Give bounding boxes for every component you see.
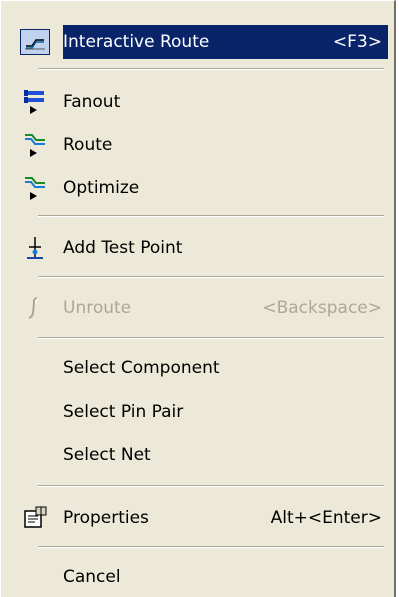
- interactive-route-icon: [20, 29, 50, 55]
- unroute-icon: [28, 297, 39, 319]
- menu-item-properties[interactable]: Properties Alt+<Enter>: [7, 501, 388, 535]
- menu-item-label: Interactive Route: [63, 32, 210, 52]
- menu-item-optimize[interactable]: Optimize: [7, 171, 388, 205]
- menu-item-select-pin-pair[interactable]: Select Pin Pair: [7, 395, 388, 429]
- menu-item-unroute[interactable]: Unroute <Backspace>: [7, 291, 388, 325]
- menu-item-label: Add Test Point: [63, 238, 183, 258]
- menu-separator: [38, 215, 384, 217]
- menu-item-select-net[interactable]: Select Net: [7, 438, 388, 472]
- menu-item-cancel[interactable]: Cancel: [7, 560, 388, 594]
- menu-item-label: Unroute: [63, 298, 132, 318]
- menu-separator: [38, 337, 384, 339]
- context-menu: Interactive Route <F3> Fanout Route Opti…: [0, 0, 396, 597]
- optimize-icon: [25, 177, 45, 200]
- properties-icon: [24, 506, 47, 528]
- fanout-icon: [24, 90, 44, 114]
- menu-item-label: Route: [63, 135, 113, 155]
- route-icon: [25, 134, 45, 157]
- menu-item-label: Fanout: [63, 92, 121, 112]
- menu-item-route[interactable]: Route: [7, 128, 388, 162]
- menu-item-label: Select Net: [63, 445, 151, 465]
- menu-item-shortcut: <F3>: [332, 32, 382, 52]
- menu-separator: [38, 546, 384, 548]
- test-point-icon: [27, 237, 43, 259]
- menu-item-fanout[interactable]: Fanout: [7, 85, 388, 119]
- menu-item-label: Cancel: [63, 567, 121, 587]
- menu-separator: [38, 68, 384, 70]
- menu-item-interactive-route[interactable]: Interactive Route <F3>: [7, 25, 388, 59]
- menu-item-label: Properties: [63, 508, 149, 528]
- menu-item-label: Optimize: [63, 178, 140, 198]
- menu-item-shortcut: <Backspace>: [262, 298, 382, 318]
- menu-item-add-test-point[interactable]: Add Test Point: [7, 231, 388, 265]
- menu-separator: [38, 276, 384, 278]
- menu-item-label: Select Pin Pair: [63, 402, 184, 422]
- menu-item-select-component[interactable]: Select Component: [7, 351, 388, 385]
- menu-item-shortcut: Alt+<Enter>: [270, 508, 382, 528]
- menu-separator: [38, 485, 384, 487]
- menu-item-label: Select Component: [63, 358, 220, 378]
